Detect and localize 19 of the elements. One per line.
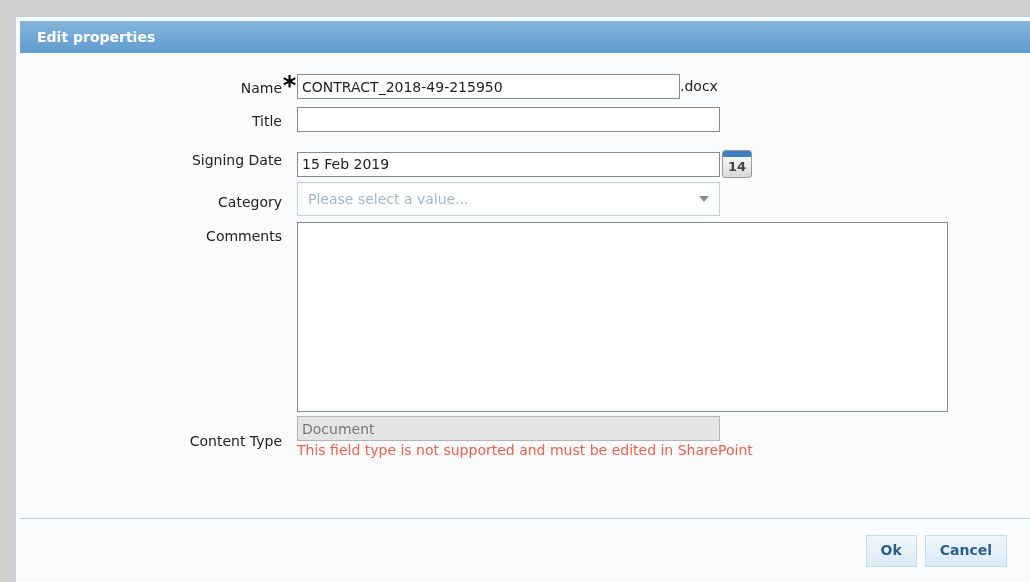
date-field[interactable]: 15 Feb 2019	[297, 151, 720, 177]
field-label: Name	[239, 79, 282, 98]
dialog-title: Edit properties	[37, 27, 156, 47]
field-label: Title	[251, 112, 282, 131]
text-field[interactable]: CONTRACT_2018-49-215950	[297, 74, 680, 99]
required-mark: *	[282, 73, 297, 99]
dialog-button[interactable]: Cancel	[924, 534, 1007, 567]
text-field[interactable]	[297, 107, 720, 132]
field-label: Signing Date	[190, 151, 282, 170]
field-label: Content Type	[188, 432, 282, 451]
caret-icon	[699, 196, 709, 202]
comments-field[interactable]	[297, 222, 948, 412]
calendar-icon[interactable]: 14	[722, 150, 752, 178]
field-label: Comments	[205, 227, 282, 246]
content-type-field: Document	[297, 416, 720, 441]
error-message: This field type is not supported and must be edited in SharePoint	[297, 441, 754, 459]
dialog-button[interactable]: Ok	[865, 534, 917, 567]
file-extension: .docx	[680, 77, 718, 96]
field-label: Category	[217, 193, 282, 212]
